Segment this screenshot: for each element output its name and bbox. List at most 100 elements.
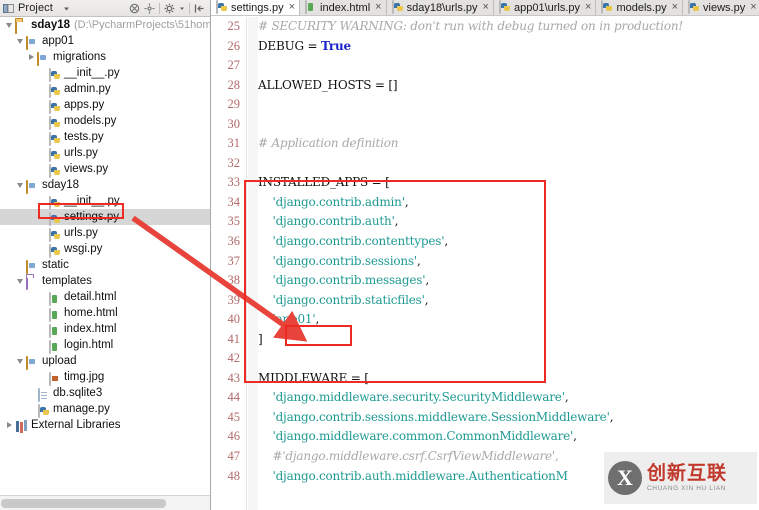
code-content[interactable]: # SECURITY WARNING: don't run with debug… bbox=[258, 17, 759, 510]
tree-item-settings-py[interactable]: settings.py bbox=[0, 209, 210, 226]
tree-item-tests-py[interactable]: tests.py bbox=[0, 129, 210, 146]
tree-item-label: tests.py bbox=[64, 131, 104, 143]
library-icon bbox=[15, 419, 28, 432]
expand-arrow-icon[interactable] bbox=[26, 49, 37, 65]
tree-item-static[interactable]: static bbox=[0, 257, 210, 274]
tree-item-label: detail.html bbox=[64, 291, 117, 303]
code-line[interactable]: 'django.contrib.staticfiles', bbox=[258, 291, 759, 311]
settings-gear-icon[interactable] bbox=[164, 3, 175, 14]
tree-item-urls-py[interactable]: urls.py bbox=[0, 225, 210, 242]
editor-tab-index-html[interactable]: index.html × bbox=[300, 0, 387, 15]
tree-item-apps-py[interactable]: apps.py bbox=[0, 97, 210, 114]
editor-tab-models-py[interactable]: models.py × bbox=[596, 0, 684, 15]
html-file-icon bbox=[48, 339, 61, 354]
close-icon[interactable]: × bbox=[483, 2, 489, 13]
code-line[interactable]: 'django.contrib.messages', bbox=[258, 271, 759, 291]
tree-item-migrations[interactable]: migrations bbox=[0, 49, 210, 66]
tree-item-home-html[interactable]: home.html bbox=[0, 305, 210, 322]
expand-arrow-icon[interactable] bbox=[15, 273, 26, 289]
expand-arrow-icon[interactable] bbox=[4, 17, 15, 33]
python-file-icon bbox=[37, 403, 50, 418]
code-line[interactable] bbox=[258, 95, 759, 115]
code-line[interactable]: # Application definition bbox=[258, 134, 759, 154]
hide-panel-icon[interactable] bbox=[194, 3, 205, 14]
code-line[interactable]: 'django.middleware.security.SecurityMidd… bbox=[258, 388, 759, 408]
code-line[interactable]: MIDDLEWARE = [ bbox=[258, 369, 759, 389]
line-number: 43 bbox=[227, 370, 241, 385]
tree-item-timg-jpg[interactable]: timg.jpg bbox=[0, 369, 210, 386]
tree-item-detail-html[interactable]: detail.html bbox=[0, 289, 210, 306]
no-expander bbox=[37, 97, 48, 113]
code-line[interactable]: ALLOWED_HOSTS = [] bbox=[258, 76, 759, 96]
tree-item-admin-py[interactable]: admin.py bbox=[0, 81, 210, 98]
close-icon[interactable]: × bbox=[289, 2, 295, 13]
tree-item-label: wsgi.py bbox=[64, 243, 103, 255]
code-line[interactable]: DEBUG = True bbox=[258, 37, 759, 57]
tree-item-urls-py[interactable]: urls.py bbox=[0, 145, 210, 162]
expand-arrow-icon[interactable] bbox=[15, 33, 26, 49]
expand-arrow-icon[interactable] bbox=[15, 177, 26, 193]
close-icon[interactable]: × bbox=[585, 2, 591, 13]
code-token-str: 'django.contrib.admin' bbox=[272, 194, 405, 209]
tree-item-app01[interactable]: app01 bbox=[0, 33, 210, 50]
chevron-down-icon[interactable] bbox=[61, 3, 72, 14]
code-line[interactable] bbox=[258, 349, 759, 369]
code-line[interactable] bbox=[258, 56, 759, 76]
code-line[interactable]: 'django.contrib.sessions.middleware.Sess… bbox=[258, 408, 759, 428]
code-line[interactable]: 'django.contrib.auth', bbox=[258, 212, 759, 232]
tree-item-init-py[interactable]: __init__.py bbox=[0, 193, 210, 210]
line-number: 48 bbox=[227, 468, 241, 483]
tree-item-index-html[interactable]: index.html bbox=[0, 321, 210, 338]
code-line[interactable]: ] bbox=[258, 330, 759, 350]
tree-item-wsgi-py[interactable]: wsgi.py bbox=[0, 241, 210, 258]
code-editor[interactable]: 25 26 27 28 29 30 31 32 33 34 35 36 37 38 39 40 41 42 43 44… bbox=[211, 17, 759, 510]
expand-arrow-icon[interactable] bbox=[4, 417, 15, 433]
project-tree-horizontal-scrollbar[interactable] bbox=[0, 495, 210, 510]
tree-item-upload[interactable]: upload bbox=[0, 353, 210, 370]
collapse-all-icon[interactable] bbox=[129, 3, 140, 14]
scroll-from-source-icon[interactable] bbox=[144, 3, 155, 14]
tree-item-label: upload bbox=[42, 355, 77, 367]
code-token-comment: # Application definition bbox=[258, 136, 399, 151]
tree-item-templates[interactable]: templates bbox=[0, 273, 210, 290]
source-folder-icon bbox=[26, 355, 39, 370]
editor-tab-app01-urls-py[interactable]: app01\urls.py × bbox=[493, 0, 597, 15]
close-icon[interactable]: × bbox=[672, 2, 678, 13]
tree-item-label: app01 bbox=[42, 35, 74, 47]
code-line[interactable] bbox=[258, 154, 759, 174]
tree-item-views-py[interactable]: views.py bbox=[0, 161, 210, 178]
tree-item-db-sqlite3[interactable]: db.sqlite3 bbox=[0, 385, 210, 402]
tree-item-external-libraries[interactable]: External Libraries bbox=[0, 417, 210, 433]
editor-tab-sday18-urls-py[interactable]: sday18\urls.py × bbox=[386, 0, 494, 15]
scrollbar-thumb[interactable] bbox=[1, 499, 166, 508]
tree-item-label: views.py bbox=[64, 163, 109, 175]
tree-item-init-py[interactable]: __init__.py bbox=[0, 65, 210, 82]
tree-item-login-html[interactable]: login.html bbox=[0, 337, 210, 354]
editor-tab-settings-py[interactable]: settings.py × bbox=[211, 0, 301, 15]
tree-item-sday18[interactable]: sday18 bbox=[0, 177, 210, 194]
close-icon[interactable]: × bbox=[375, 2, 381, 13]
expand-arrow-icon[interactable] bbox=[15, 353, 26, 369]
tree-item-label: db.sqlite3 bbox=[53, 387, 103, 399]
editor-tab-bar[interactable]: settings.py × index.html × sday18\urls.py × ap… bbox=[211, 0, 759, 16]
code-line[interactable]: 'django.middleware.common.CommonMiddlewa… bbox=[258, 427, 759, 447]
tree-item-label: sday18 bbox=[31, 19, 71, 31]
project-tree[interactable]: sday18 (D:\PycharmProjects\51home app01 mig… bbox=[0, 17, 210, 494]
no-expander bbox=[37, 129, 48, 145]
chevron-down-small-icon[interactable] bbox=[179, 3, 185, 14]
tree-item-sday18[interactable]: sday18 (D:\PycharmProjects\51home bbox=[0, 17, 210, 34]
tree-item-models-py[interactable]: models.py bbox=[0, 113, 210, 130]
tree-item-manage-py[interactable]: manage.py bbox=[0, 401, 210, 418]
editor-tab-views-py[interactable]: views.py × bbox=[683, 0, 759, 15]
code-line[interactable]: 'django.contrib.admin', bbox=[258, 193, 759, 213]
code-line[interactable]: 'django.contrib.sessions', bbox=[258, 252, 759, 272]
code-line[interactable]: # SECURITY WARNING: don't run with debug… bbox=[258, 17, 759, 37]
code-line[interactable]: INSTALLED_APPS = [ bbox=[258, 173, 759, 193]
code-token-txt: , bbox=[424, 292, 429, 307]
python-file-icon bbox=[48, 83, 61, 98]
close-icon[interactable]: × bbox=[750, 2, 756, 13]
code-line[interactable]: 'app01', bbox=[258, 310, 759, 330]
code-line[interactable]: 'django.contrib.contenttypes', bbox=[258, 232, 759, 252]
code-line[interactable] bbox=[258, 115, 759, 135]
